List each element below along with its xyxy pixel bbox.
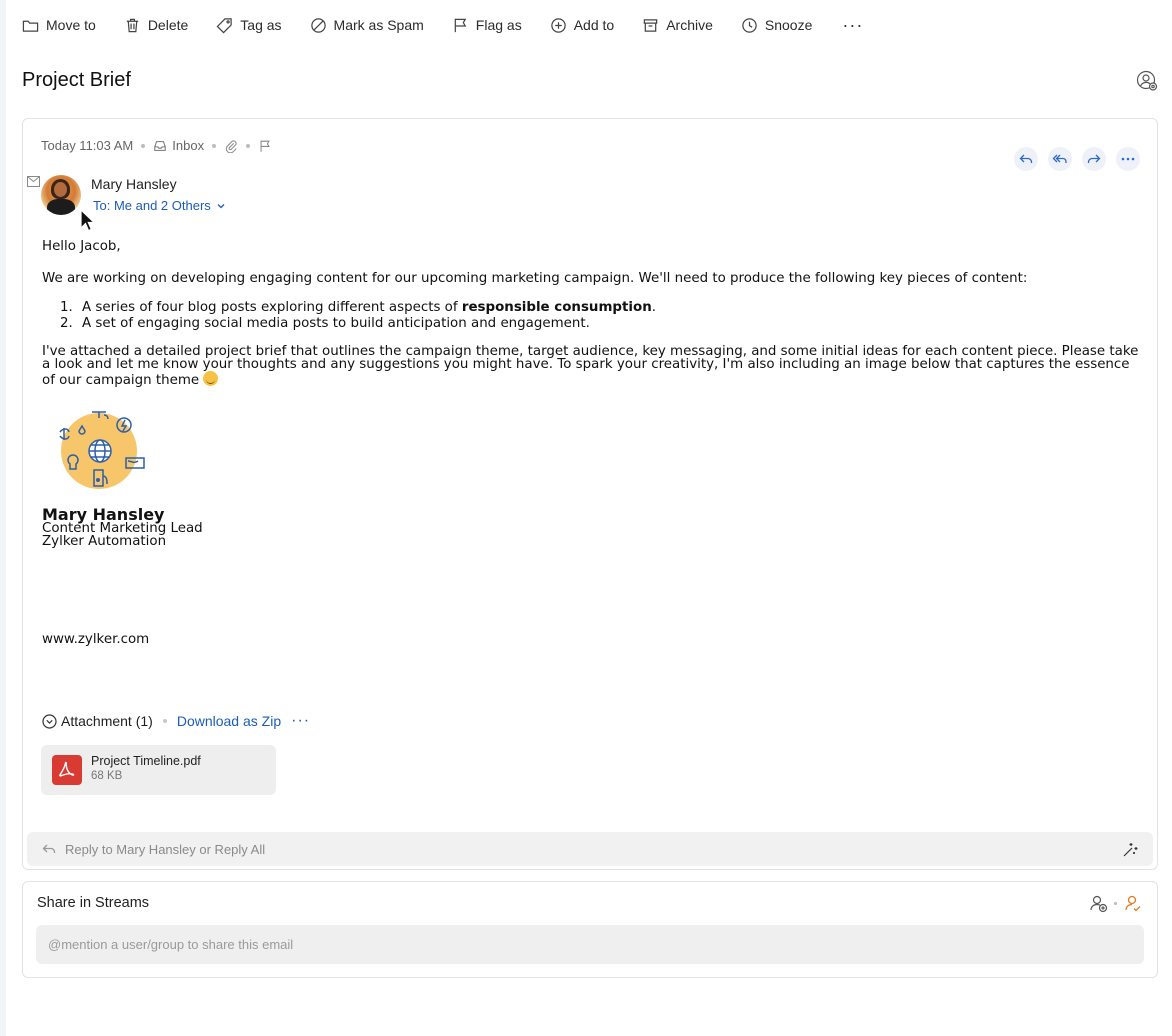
archive-icon [643, 18, 658, 32]
spam-icon [310, 17, 326, 33]
signature-website[interactable]: www.zylker.com [42, 632, 149, 647]
add-user-icon[interactable] [1089, 894, 1108, 913]
folder-icon [22, 20, 39, 32]
delete-label: Delete [147, 17, 189, 33]
tag-as-button[interactable]: Tag as [216, 17, 282, 34]
content-list: 1. A series of four blog posts exploring… [60, 301, 656, 333]
flag-icon [454, 18, 467, 32]
snooze-button[interactable]: Snooze [741, 17, 812, 34]
more-actions-button[interactable] [1116, 147, 1140, 171]
attachment-more-button[interactable]: ··· [291, 712, 310, 730]
email-meta: Today 11:03 AM Inbox [41, 138, 272, 153]
chevron-down-icon [217, 203, 225, 208]
move-to-button[interactable]: Move to [22, 17, 96, 34]
recipients-label: To: Me and 2 Others [93, 198, 211, 213]
separator-dot [246, 143, 251, 148]
list-text: A series of four blog posts exploring di… [82, 300, 462, 315]
add-to-label: Add to [573, 17, 615, 33]
separator-dot [162, 719, 167, 723]
plus-circle-icon [550, 17, 566, 33]
contact-settings-icon[interactable] [1136, 70, 1158, 92]
attachment-file-card[interactable]: Project Timeline.pdf 68 KB [41, 745, 276, 795]
attachment-file-name: Project Timeline.pdf [91, 754, 201, 768]
reply-icon [1019, 154, 1033, 163]
email-subject: Project Brief [22, 69, 131, 91]
smiley-emoji-icon [203, 371, 219, 386]
forward-button[interactable] [1082, 147, 1106, 171]
list-item: 1. A series of four blog posts exploring… [60, 301, 656, 317]
delete-button[interactable]: Delete [124, 17, 188, 34]
reply-all-button[interactable] [1048, 147, 1072, 171]
flag-icon[interactable] [258, 139, 272, 153]
paperclip-icon [225, 139, 237, 153]
streams-icons [1089, 894, 1142, 913]
attachment-file-size: 68 KB [91, 770, 123, 782]
archive-button[interactable]: Archive [642, 17, 713, 34]
separator-dot [212, 143, 217, 148]
recipients-dropdown[interactable]: To: Me and 2 Others [93, 198, 226, 213]
add-to-button[interactable]: Add to [550, 17, 614, 34]
magic-wand-icon[interactable] [1122, 841, 1139, 858]
list-number: 1. [60, 300, 73, 315]
email-paragraph: I've attached a detailed project brief t… [42, 345, 1142, 387]
list-item: 2. A set of engaging social media posts … [60, 317, 656, 333]
signature-company: Zylker Automation [42, 534, 167, 549]
snooze-label: Snooze [764, 17, 813, 33]
flag-as-label: Flag as [475, 17, 522, 33]
quick-reply-text: Reply to Mary Hansley or Reply All [65, 841, 266, 857]
campaign-illustration [59, 411, 145, 489]
download-zip-link[interactable]: Download as Zip [177, 713, 281, 729]
more-horizontal-icon [1121, 157, 1135, 161]
sender-avatar[interactable] [41, 175, 81, 215]
streams-mention-input[interactable] [36, 925, 1144, 964]
email-folder[interactable]: Inbox [172, 138, 204, 153]
tag-icon [216, 17, 233, 33]
tag-as-label: Tag as [240, 17, 282, 33]
archive-label: Archive [666, 17, 713, 33]
attachment-header: Attachment (1) Download as Zip ··· [42, 712, 310, 730]
reply-button[interactable] [1014, 147, 1038, 171]
move-to-label: Move to [46, 17, 96, 33]
list-bold-text: responsible consumption [461, 300, 652, 315]
sender-name[interactable]: Mary Hansley [91, 176, 177, 192]
mark-as-spam-button[interactable]: Mark as Spam [310, 17, 424, 34]
separator-dot [1114, 902, 1117, 905]
email-actions [1014, 147, 1140, 171]
envelope-icon [27, 176, 40, 187]
email-time: Today 11:03 AM [41, 138, 134, 153]
reply-icon [42, 844, 56, 853]
pdf-file-icon [52, 755, 82, 785]
assign-user-icon[interactable] [1123, 894, 1142, 913]
separator-dot [141, 143, 146, 148]
email-greeting: Hello Jacob, [42, 239, 121, 254]
list-number: 2. [60, 316, 73, 331]
quick-reply-bar[interactable]: Reply to Mary Hansley or Reply All [27, 832, 1153, 866]
clock-icon [742, 17, 757, 33]
flag-as-button[interactable]: Flag as [452, 17, 522, 34]
list-text: A set of engaging social media posts to … [82, 316, 590, 331]
list-text-end: . [651, 300, 656, 315]
left-edge-strip [0, 0, 6, 1036]
chevron-down-circle-icon[interactable] [42, 713, 57, 729]
streams-title: Share in Streams [37, 895, 150, 911]
reply-all-icon [1052, 154, 1067, 163]
mark-as-spam-label: Mark as Spam [333, 17, 424, 33]
mail-toolbar: Move to Delete Tag as Mark as Spam Flag … [22, 8, 863, 42]
trash-icon [126, 18, 138, 32]
forward-icon [1087, 154, 1101, 163]
inbox-icon [154, 140, 167, 151]
toolbar-more-button[interactable]: ··· [842, 15, 863, 36]
attachment-count-label: Attachment (1) [61, 713, 153, 729]
email-intro: We are working on developing engaging co… [42, 271, 1028, 286]
